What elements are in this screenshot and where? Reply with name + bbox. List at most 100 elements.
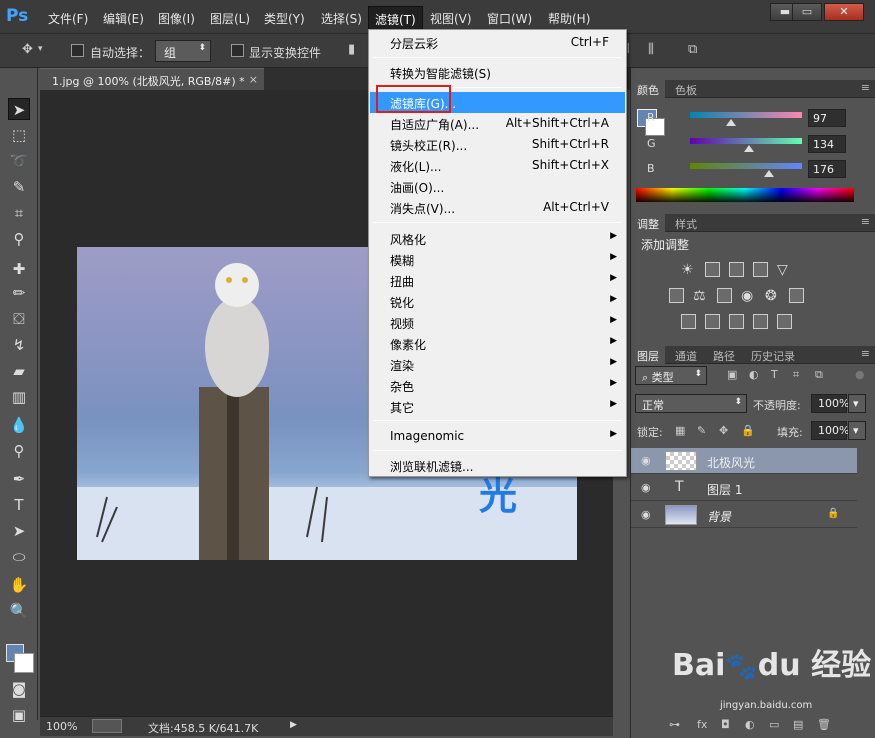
align-top-icon[interactable]: ▮ (348, 42, 355, 57)
r-slider-thumb[interactable] (726, 119, 736, 126)
menu-item-sharpen[interactable]: 锐化 ▶ (370, 291, 625, 312)
lasso-tool-icon[interactable]: ➰ (8, 150, 30, 172)
gradient-map-icon[interactable] (777, 314, 792, 329)
menu-item-blur[interactable]: 模糊 ▶ (370, 249, 625, 270)
zoom-level[interactable]: 100% (46, 720, 77, 733)
vibrance-icon[interactable]: ▽ (777, 262, 792, 278)
menu-item-lens-correction[interactable]: 镜头校正(R)... Shift+Ctrl+R (370, 134, 625, 155)
selective-color-icon[interactable] (753, 314, 768, 329)
tab-layers[interactable]: 图层 (631, 346, 665, 364)
tab-channels[interactable]: 通道 (669, 346, 703, 364)
eraser-tool-icon[interactable]: ▰ (8, 360, 30, 382)
menu-item-pixelate[interactable]: 像素化 ▶ (370, 333, 625, 354)
screen-mode-icon[interactable]: ▣ (8, 704, 30, 726)
threshold-icon[interactable] (729, 314, 744, 329)
delete-layer-icon[interactable]: 🗑 (817, 718, 831, 731)
quick-mask-icon[interactable]: ◙ (8, 678, 30, 700)
menu-filter[interactable]: 滤镜(T) (368, 6, 423, 30)
filter-shape-icon[interactable]: ⌗ (793, 368, 799, 382)
menu-view[interactable]: 视图(V) (430, 10, 472, 27)
filter-smart-icon[interactable]: ⧉ (815, 368, 823, 382)
healing-brush-tool-icon[interactable]: ✚ (8, 258, 30, 280)
tab-history[interactable]: 历史记录 (745, 346, 801, 364)
panel-menu-icon[interactable]: ≡ (861, 215, 870, 228)
crop-tool-icon[interactable]: ⌗ (8, 202, 30, 224)
link-layers-icon[interactable]: ⊶ (669, 718, 680, 731)
menu-item-noise[interactable]: 杂色 ▶ (370, 375, 625, 396)
auto-align-icon[interactable]: ⧉ (688, 42, 697, 57)
color-spectrum-bar[interactable] (636, 188, 854, 202)
layer-row[interactable]: ◉ 背景 🔒 (631, 502, 857, 528)
blur-tool-icon[interactable]: 💧 (8, 414, 30, 436)
menu-type[interactable]: 类型(Y) (264, 10, 305, 27)
opacity-value[interactable]: 100% (811, 394, 849, 413)
brightness-icon[interactable]: ☀ (681, 262, 696, 278)
eyedropper-tool-icon[interactable]: ⚲ (8, 228, 30, 250)
panel-menu-icon[interactable]: ≡ (861, 347, 870, 360)
auto-select-dropdown[interactable]: 组 ⬍ (155, 40, 211, 62)
menu-item-distort[interactable]: 扭曲 ▶ (370, 270, 625, 291)
document-tab[interactable]: 1.jpg @ 100% (北极风光, RGB/8#) * × (40, 68, 264, 90)
b-slider-thumb[interactable] (764, 170, 774, 177)
new-adjustment-icon[interactable]: ◐ (745, 718, 755, 731)
fill-value[interactable]: 100% (811, 421, 849, 440)
gradient-tool-icon[interactable]: ▥ (8, 386, 30, 408)
menu-item-vanishing-point[interactable]: 消失点(V)... Alt+Ctrl+V (370, 197, 625, 218)
color-balance-icon[interactable]: ⚖ (693, 288, 708, 304)
layer-row[interactable]: ◉ 北极风光 (631, 448, 857, 474)
menu-edit[interactable]: 编辑(E) (103, 10, 144, 27)
tab-adjustments[interactable]: 调整 (631, 214, 665, 232)
lock-transparent-icon[interactable]: ▦ (675, 424, 685, 437)
color-lookup-icon[interactable] (789, 288, 804, 303)
menu-item-browse-online[interactable]: 浏览联机滤镜... (370, 455, 625, 476)
menu-window[interactable]: 窗口(W) (487, 10, 532, 27)
curves-icon[interactable] (729, 262, 744, 277)
auto-select-checkbox[interactable] (71, 44, 84, 57)
invert-icon[interactable] (681, 314, 696, 329)
add-mask-icon[interactable]: ◘ (721, 718, 730, 731)
lock-all-icon[interactable]: 🔒 (741, 424, 755, 437)
chevron-down-icon[interactable]: ▾ (848, 394, 866, 413)
filter-pixel-icon[interactable]: ▣ (727, 368, 737, 381)
stamp-tool-icon[interactable]: ⛋ (8, 308, 30, 330)
lock-image-icon[interactable]: ✎ (697, 424, 706, 437)
menu-layer[interactable]: 图层(L) (210, 10, 250, 27)
tab-color[interactable]: 颜色 (631, 80, 665, 98)
black-white-icon[interactable] (717, 288, 732, 303)
brush-tool-icon[interactable]: ✏ (8, 282, 30, 304)
menu-item-convert-smart[interactable]: 转换为智能滤镜(S) (370, 62, 625, 83)
panel-menu-icon[interactable]: ≡ (861, 81, 870, 94)
marquee-tool-icon[interactable]: ⬚ (8, 124, 30, 146)
hand-tool-icon[interactable]: ✋ (8, 574, 30, 596)
posterize-icon[interactable] (705, 314, 720, 329)
menu-item-oil-paint[interactable]: 油画(O)... (370, 176, 625, 197)
type-tool-icon[interactable]: T (8, 494, 30, 516)
r-value[interactable]: 97 (808, 109, 846, 127)
menu-item-other[interactable]: 其它 ▶ (370, 396, 625, 417)
close-icon[interactable]: × (249, 73, 258, 86)
layer-filter-dropdown[interactable]: ⌕ 类型 ⬍ (635, 366, 707, 385)
tab-paths[interactable]: 路径 (707, 346, 741, 364)
close-button[interactable]: ✕ (824, 3, 864, 21)
move-tool-icon[interactable]: ➤ (8, 98, 30, 120)
eye-icon[interactable]: ◉ (641, 481, 651, 494)
menu-item-render[interactable]: 渲染 ▶ (370, 354, 625, 375)
photo-filter-icon[interactable]: ◉ (741, 288, 756, 304)
filter-adjust-icon[interactable]: ◐ (749, 368, 759, 381)
filter-type-icon[interactable]: T (771, 368, 778, 381)
layer-row[interactable]: ◉ T 图层 1 (631, 475, 857, 501)
g-value[interactable]: 134 (808, 135, 846, 153)
chevron-down-icon[interactable]: ▾ (38, 44, 43, 54)
menu-image[interactable]: 图像(I) (158, 10, 195, 27)
pen-tool-icon[interactable]: ✒ (8, 468, 30, 490)
menu-file[interactable]: 文件(F) (48, 10, 88, 27)
eye-icon[interactable]: ◉ (641, 508, 651, 521)
distribute-center-icon[interactable]: ⫼ (648, 42, 654, 57)
menu-item-imagenomic[interactable]: Imagenomic ▶ (370, 426, 625, 447)
hue-saturation-icon[interactable] (669, 288, 684, 303)
filter-toggle-icon[interactable]: ● (855, 368, 865, 381)
exposure-icon[interactable] (753, 262, 768, 277)
b-value[interactable]: 176 (808, 160, 846, 178)
levels-icon[interactable] (705, 262, 720, 277)
b-slider[interactable] (690, 163, 802, 169)
